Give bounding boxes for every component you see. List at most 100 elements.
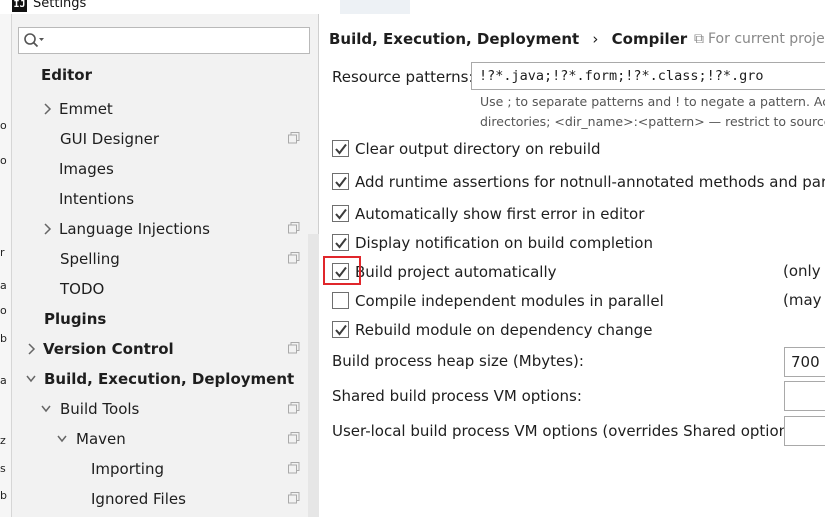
tree-item-spelling[interactable]: Spelling [12,244,306,274]
background-edge-char: z [0,434,6,447]
resource-patterns-hint-1: Use ; to separate patterns and ! to nega… [480,94,825,109]
background-edge-char: a [0,374,7,387]
background-window-edge: ooraobazsb [0,14,12,517]
tree-item-label: Build Tools [60,400,140,418]
tree-item-label: Editor [41,66,92,84]
background-edge-char: b [0,489,7,502]
tree-item-label: Maven [76,430,126,448]
option-label: Add runtime assertions for notnull-annot… [355,173,825,191]
breadcrumb-current: Compiler [611,30,688,48]
background-edge-char: o [0,304,7,317]
checkbox-checked[interactable] [332,321,349,338]
tree-item-label: Build, Execution, Deployment [44,370,295,388]
checkbox-checked[interactable] [332,173,349,190]
tree-item-label: Language Injections [59,220,210,238]
checkmark-icon [335,176,347,188]
tree-item-importing[interactable]: Importing [12,454,306,484]
tree-item-label: GUI Designer [60,130,159,148]
tree-item-label: TODO [60,280,105,298]
chevron-down-icon[interactable] [56,424,68,454]
option-label: Display notification on build completion [355,234,653,252]
tree-item-label: Emmet [59,100,113,118]
checkmark-icon [335,237,347,249]
scope-note: ⧉ For current proje [694,31,825,47]
settings-sidebar: Editor Emmet GUI Designer Images Intentions L… [12,14,319,517]
project-scope-icon [288,462,300,474]
search-input[interactable] [18,27,310,54]
chevron-right-icon[interactable] [41,214,53,244]
checkbox-unchecked[interactable] [332,292,349,309]
checkmark-icon [335,143,347,155]
chevron-right-icon[interactable] [41,94,53,124]
tree-item-intentions[interactable]: Intentions [12,184,306,214]
project-scope-icon [288,432,300,444]
settings-window: IJ Settings ooraobazsb Editor Emmet GUI De… [0,0,825,517]
project-scope-icon [288,252,300,264]
chevron-right-icon[interactable] [25,334,37,364]
project-scope-icon [288,222,300,234]
title-bar: IJ Settings [0,0,825,14]
tree-item-version-control[interactable]: Version Control [12,334,306,364]
compiler-settings-panel: Build, Execution, Deployment › Compiler … [320,14,825,517]
chevron-down-icon[interactable] [40,394,52,424]
breadcrumb: Build, Execution, Deployment › Compiler [329,30,687,48]
breadcrumb-separator: › [592,30,599,48]
tree-item-editor[interactable]: Editor [12,60,306,90]
background-edge-char: r [0,246,5,259]
tree-item-label: Spelling [60,250,120,268]
option-label: Compile independent modules in parallel [355,292,664,310]
tree-item-gui-designer[interactable]: GUI Designer [12,124,306,154]
tree-item-build-execution-deployment[interactable]: Build, Execution, Deployment [12,364,306,394]
option-note: (only v [783,262,825,280]
background-edge-char: b [0,332,7,345]
tree-item-label: Images [59,160,114,178]
project-scope-icon [288,132,300,144]
checkbox-checked[interactable] [332,234,349,251]
background-edge-char: o [0,154,7,167]
tree-item-emmet[interactable]: Emmet [12,94,306,124]
breadcrumb-parent: Build, Execution, Deployment [329,30,580,48]
project-scope-icon [288,402,300,414]
checkbox-checked[interactable] [332,205,349,222]
tree-item-ignored-files[interactable]: Ignored Files [12,484,306,514]
shared-vm-options-input[interactable] [784,381,825,411]
sidebar-scrollbar[interactable] [308,234,319,517]
project-scope-icon [288,342,300,354]
resource-patterns-hint-2: directories; <dir_name>:<pattern> — rest… [480,114,825,129]
tree-item-plugins[interactable]: Plugins [12,304,306,334]
tree-item-label: Version Control [43,340,174,358]
tree-item-label: Importing [91,460,164,478]
resource-patterns-input[interactable]: !?*.java;!?*.form;!?*.class;!?*.gro [471,62,825,90]
tree-item-maven[interactable]: Maven [12,424,306,454]
tree-item-language-injections[interactable]: Language Injections [12,214,306,244]
background-edge-char: o [0,119,7,132]
resource-patterns-label: Resource patterns: [332,68,474,86]
user-vm-options-input[interactable] [784,416,825,446]
checkmark-icon [335,208,347,220]
tree-item-label: Plugins [44,310,107,328]
checkbox-checked[interactable] [332,140,349,157]
chevron-down-icon[interactable] [25,364,37,394]
checkmark-icon [335,324,347,336]
highlight-box [323,256,361,285]
background-edge-char: s [0,462,6,475]
tree-item-todo[interactable]: TODO [12,274,306,304]
heap-size-label: Build process heap size (Mbytes): [332,352,584,370]
background-window-strip [340,0,410,14]
shared-vm-options-label: Shared build process VM options: [332,387,582,405]
search-icon[interactable] [23,32,45,50]
option-label: Build project automatically [355,263,557,281]
tree-item-label: Ignored Files [91,490,186,508]
window-title: Settings [33,0,87,11]
intellij-icon: IJ [12,0,27,12]
tree-item-label: Intentions [59,190,135,208]
project-scope-icon [288,492,300,504]
tree-item-images[interactable]: Images [12,154,306,184]
option-note: (may r [783,291,825,309]
heap-size-input[interactable]: 700 [784,347,825,377]
tree-item-build-tools[interactable]: Build Tools [12,394,306,424]
copy-icon: ⧉ [694,31,704,47]
option-label: Clear output directory on rebuild [355,140,601,158]
option-label: Automatically show first error in editor [355,205,645,223]
background-edge-char: a [0,279,7,292]
